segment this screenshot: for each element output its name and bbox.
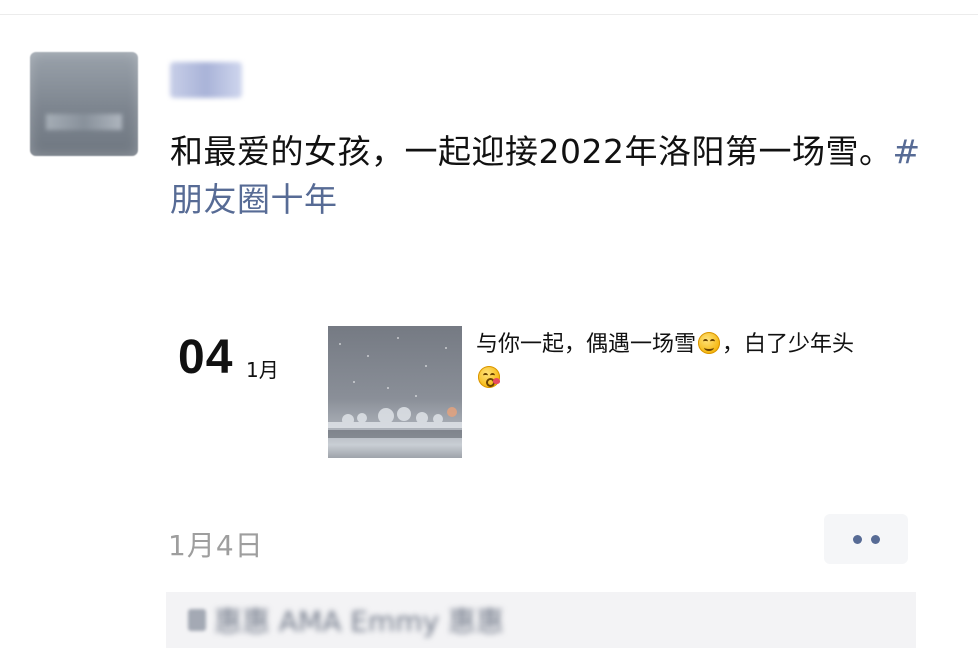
dot-icon: [852, 534, 862, 544]
more-options-button[interactable]: [824, 514, 908, 564]
heart-icon: [188, 609, 206, 631]
post-date: 1月4日: [168, 529, 264, 562]
post-body: 和最爱的女孩，一起迎接2022年洛阳第一场雪。: [170, 132, 893, 171]
album-day: 04: [178, 331, 234, 384]
kissing-face-icon: [478, 366, 500, 388]
snow-photo-thumbnail[interactable]: [328, 326, 462, 458]
liker-names[interactable]: 惠惠 AMA Emmy 惠惠: [214, 600, 504, 640]
username[interactable]: 惠惠: [170, 62, 242, 98]
post-text: 和最爱的女孩，一起迎接2022年洛阳第一场雪。#朋友圈十年: [170, 128, 930, 224]
smiling-face-icon: [698, 332, 721, 354]
dot-icon: [870, 534, 880, 544]
caption-part-1: 与你一起，偶遇一场雪: [476, 332, 697, 357]
album-month: 1月: [246, 358, 279, 382]
album-caption: 与你一起，偶遇一场雪 ，白了少年头: [476, 328, 876, 396]
avatar[interactable]: [30, 52, 138, 156]
top-divider: [0, 14, 978, 15]
caption-part-2: ，白了少年头: [722, 332, 855, 357]
likes-comments-panel: 惠惠 AMA Emmy 惠惠: [166, 592, 916, 648]
